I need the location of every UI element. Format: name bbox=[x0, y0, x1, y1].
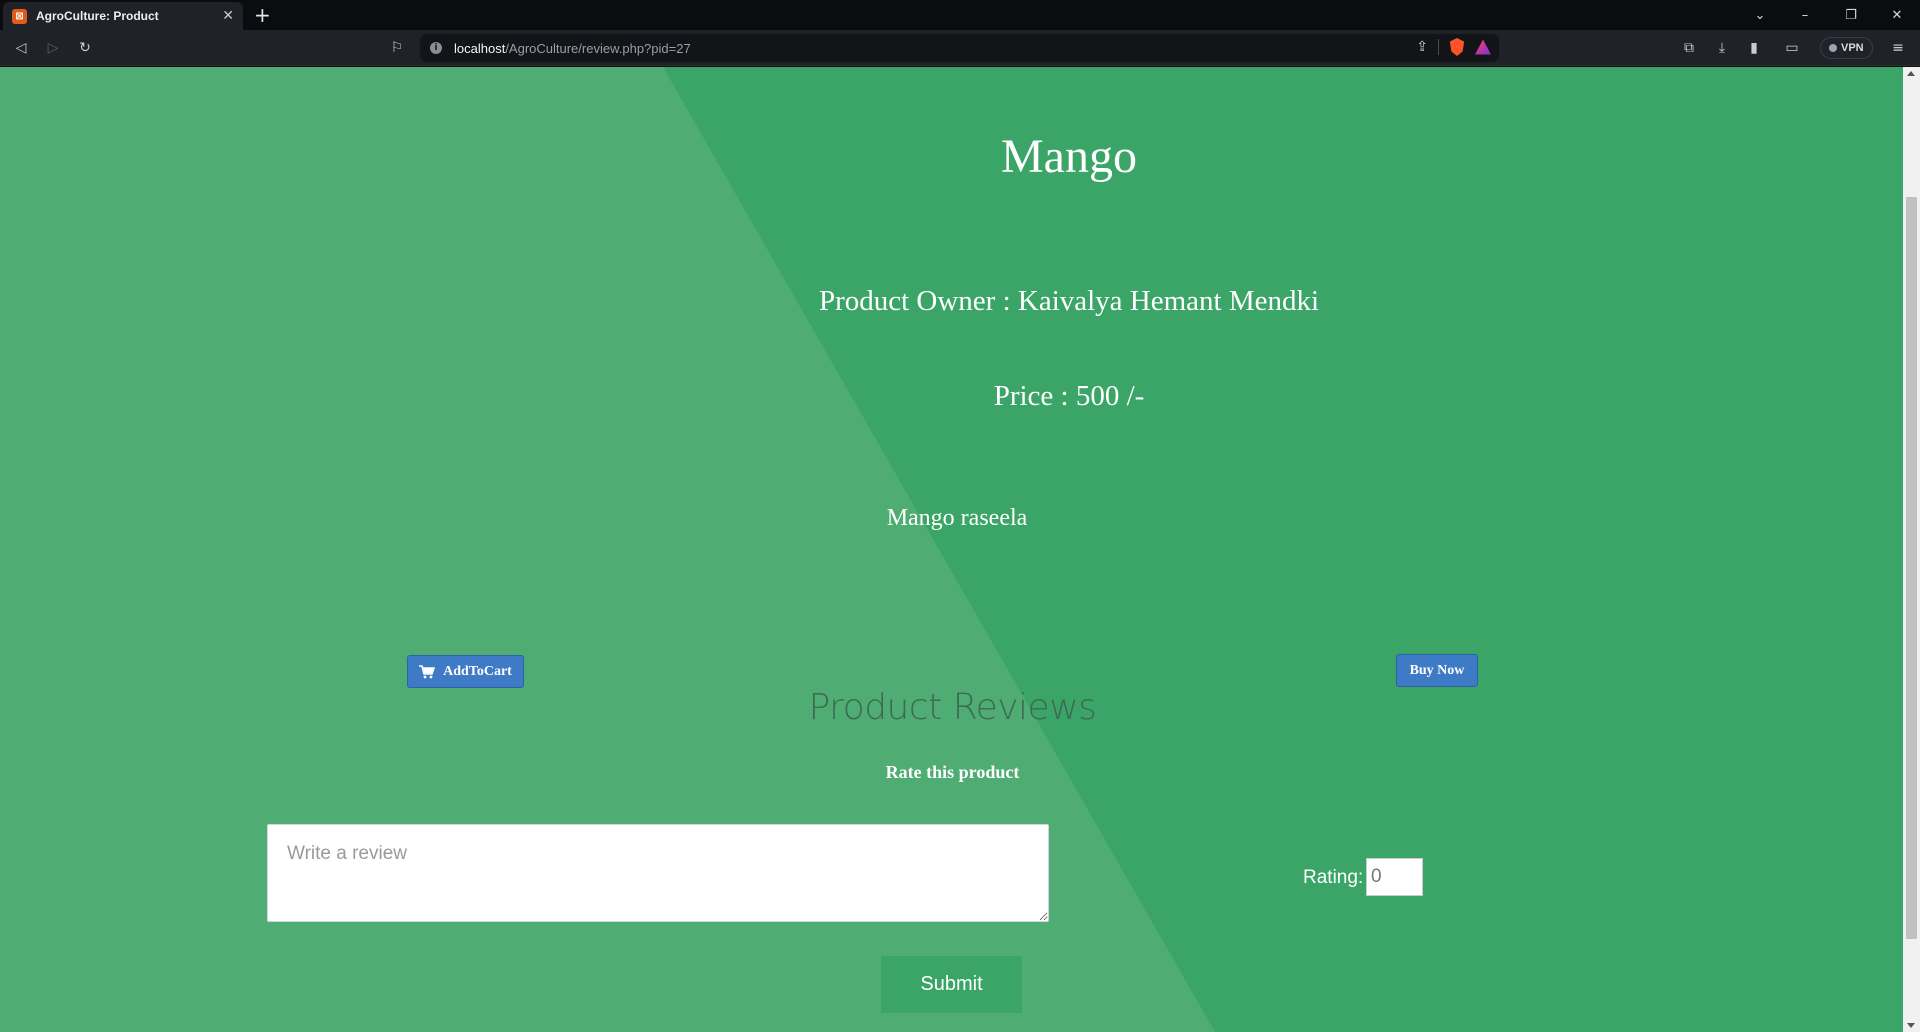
url-host: localhost bbox=[454, 40, 506, 56]
product-description: Mango raseela bbox=[886, 505, 1028, 531]
rate-product-label: Rate this product bbox=[885, 762, 1020, 782]
browser-toolbar: ◁ ▷ ↻ ⚐ i localhost /AgroCulture/review.… bbox=[0, 30, 1920, 66]
close-window-icon[interactable]: ✕ bbox=[1874, 0, 1920, 30]
address-bar[interactable]: i localhost /AgroCulture/review.php?pid=… bbox=[420, 34, 1499, 62]
address-bar-actions: ⇪ bbox=[1416, 38, 1491, 56]
reviews-heading: Product Reviews bbox=[808, 687, 1097, 728]
wallet-icon[interactable]: ▭ bbox=[1781, 37, 1803, 59]
menu-icon[interactable]: ≡ bbox=[1887, 37, 1909, 59]
download-icon[interactable]: ⤓ bbox=[1711, 37, 1733, 59]
sidebar-icon[interactable]: ▮ bbox=[1743, 37, 1765, 59]
site-info-icon[interactable]: i bbox=[430, 42, 442, 54]
browser-tab-bar: ⊠ AgroCulture: Product ✕ + ⌄ – ❐ ✕ bbox=[0, 0, 1920, 30]
share-icon[interactable]: ⇪ bbox=[1416, 39, 1428, 55]
product-owner: Product Owner : Kaivalya Hemant Mendki bbox=[818, 285, 1320, 317]
extensions-icon[interactable]: ⧉ bbox=[1678, 37, 1700, 59]
back-icon[interactable]: ◁ bbox=[10, 37, 32, 59]
add-to-cart-label: AddToCart bbox=[443, 663, 512, 679]
buy-now-button[interactable]: Buy Now bbox=[1396, 654, 1478, 687]
minimize-icon[interactable]: – bbox=[1782, 0, 1828, 30]
product-name: Mango bbox=[1001, 130, 1137, 183]
page-viewport: Mango Product Owner : Kaivalya Hemant Me… bbox=[0, 67, 1903, 1032]
page-scrollbar[interactable] bbox=[1903, 67, 1920, 1032]
shopping-cart-icon bbox=[419, 664, 436, 678]
brave-rewards-icon[interactable] bbox=[1475, 39, 1491, 55]
tab-title: AgroCulture: Product bbox=[36, 9, 159, 23]
xampp-icon: ⊠ bbox=[12, 8, 27, 24]
rating-input[interactable] bbox=[1366, 858, 1423, 896]
divider bbox=[1438, 39, 1439, 55]
vpn-button[interactable]: VPN bbox=[1820, 37, 1873, 59]
bookmark-icon[interactable]: ⚐ bbox=[386, 37, 408, 59]
close-tab-icon[interactable]: ✕ bbox=[222, 8, 234, 24]
vpn-label: VPN bbox=[1841, 42, 1864, 54]
rating-label: Rating: bbox=[1303, 867, 1364, 888]
submit-review-button[interactable]: Submit bbox=[881, 956, 1022, 1013]
browser-tab[interactable]: ⊠ AgroCulture: Product ✕ bbox=[3, 2, 243, 30]
scroll-thumb[interactable] bbox=[1906, 197, 1917, 939]
tab-list-chevron-icon[interactable]: ⌄ bbox=[1737, 0, 1783, 30]
vpn-status-icon bbox=[1829, 44, 1837, 52]
forward-icon[interactable]: ▷ bbox=[42, 37, 64, 59]
url-path: /AgroCulture/review.php?pid=27 bbox=[505, 40, 691, 56]
new-tab-icon[interactable]: + bbox=[254, 2, 271, 28]
brave-shields-icon[interactable] bbox=[1449, 38, 1465, 56]
product-price: Price : 500 /- bbox=[993, 380, 1145, 412]
restore-icon[interactable]: ❐ bbox=[1828, 0, 1874, 30]
add-to-cart-button[interactable]: AddToCart bbox=[407, 655, 524, 688]
review-textarea[interactable] bbox=[267, 824, 1049, 922]
reload-icon[interactable]: ↻ bbox=[74, 37, 96, 59]
scroll-up-arrow-icon[interactable] bbox=[1907, 71, 1915, 76]
scroll-down-arrow-icon[interactable] bbox=[1907, 1023, 1915, 1028]
